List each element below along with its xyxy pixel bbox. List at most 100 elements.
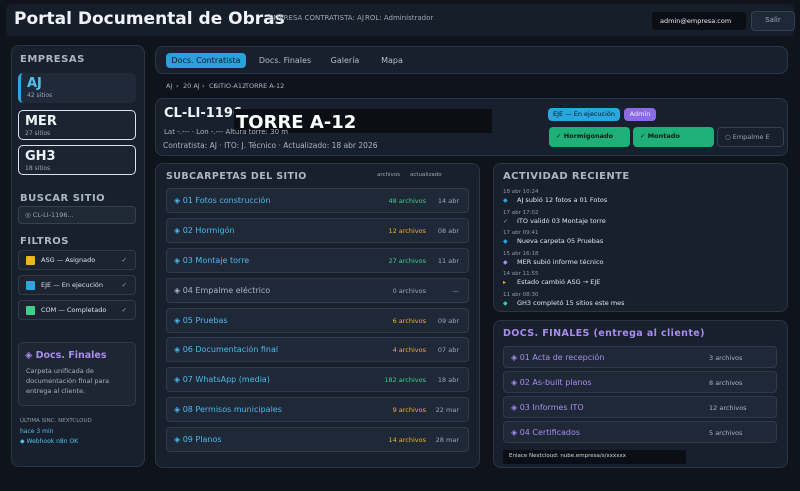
empresa-count: 18 sitios <box>25 165 51 172</box>
doc-folder-name: ◈ 03 Informes ITO <box>511 403 584 412</box>
activity-text: AJ subió 12 fotos a 01 Fotos <box>517 196 608 204</box>
activity-text: ITO validó 03 Montaje torre <box>517 217 606 225</box>
stage-montado[interactable]: ✓ Montado <box>633 127 714 147</box>
stage-empalme[interactable]: ○ Empalme E <box>717 127 784 147</box>
folder-date: 11 abr <box>437 257 459 265</box>
breadcrumb-sitio[interactable]: SITIO-A12 <box>214 82 246 90</box>
folder-count: 14 archivos <box>388 436 426 444</box>
activity-time: 17 abr 09:41 <box>503 230 539 236</box>
col-header-archivos: archivos <box>377 172 401 178</box>
status-color-swatch <box>26 306 35 315</box>
folder-row[interactable]: ◈ 04 Empalme eléctrico 0 archivos — <box>166 278 469 303</box>
folder-row[interactable]: ◈ 09 Planos 14 archivos 28 mar <box>166 427 469 452</box>
site-coordinates: Lat -.--- · Lon -.--- Altura torre: 30 m <box>164 128 289 136</box>
check-icon: ✓ <box>121 281 127 289</box>
empresa-item-mer[interactable]: MER 27 sitios <box>18 110 136 140</box>
check-icon: ✓ <box>503 218 509 225</box>
nextcloud-link[interactable]: Enlace Nextcloud: nube.empresa/s/xxxxxx <box>503 450 686 464</box>
folder-name: ◈ 09 Planos <box>174 435 222 444</box>
stage-hormigonado[interactable]: ✓ Hormigonado <box>549 127 630 147</box>
activity-time: 17 abr 17:02 <box>503 210 539 216</box>
filter-eje[interactable]: EJE — En ejecución ✓ <box>18 275 136 295</box>
tab-docs-contratista[interactable]: Docs. Contratista <box>166 53 246 68</box>
user-email: admin@empresa.com <box>652 12 746 30</box>
status-badge: EJE — En ejecución <box>548 108 620 121</box>
search-input[interactable]: ◎ CL-LI-1196... <box>18 206 136 224</box>
role-badge: Admin <box>624 108 656 121</box>
col-header-actualizado: actualizado <box>410 172 442 178</box>
docs-finales-card-desc: Carpeta unificada de documentación final… <box>26 367 110 395</box>
folder-row[interactable]: ◈ 05 Pruebas 6 archivos 09 abr <box>166 308 469 333</box>
site-contractor-info: Contratista: AJ · ITO: J. Técnico · Actu… <box>163 141 378 150</box>
doc-folder-count: 8 archivos <box>709 379 743 387</box>
folder-count: 48 archivos <box>388 197 426 205</box>
activity-text: MER subió informe técnico <box>517 258 604 266</box>
activity-item: ◆ MER subió informe técnico <box>503 258 604 266</box>
filter-asg[interactable]: ASG — Asignado ✓ <box>18 250 136 270</box>
activity-item: ◆ Nueva carpeta 05 Pruebas <box>503 237 603 245</box>
doc-folder-row[interactable]: ◈ 02 As-built planos 8 archivos <box>503 371 777 393</box>
folder-name: ◈ 02 Hormigón <box>174 226 235 235</box>
activity-text: Nueva carpeta 05 Pruebas <box>517 237 604 245</box>
breadcrumb-20aj[interactable]: 20 AJ <box>183 82 200 90</box>
folder-row[interactable]: ◈ 08 Permisos municipales 9 archivos 22 … <box>166 397 469 422</box>
arrow-right-icon: ▸ <box>503 279 507 286</box>
activity-item: ◆ AJ subió 12 fotos a 01 Fotos <box>503 196 607 204</box>
tab-mapa[interactable]: Mapa <box>372 53 412 68</box>
activity-time: 14 abr 11:55 <box>503 271 539 277</box>
folder-date: 09 abr <box>437 317 459 325</box>
folder-count: 27 archivos <box>388 257 426 265</box>
empresa-item-aj[interactable]: AJ 42 sitios <box>18 73 136 103</box>
empresa-count: 42 sitios <box>27 92 53 99</box>
filter-label: EJE — En ejecución <box>41 281 104 289</box>
doc-folder-row[interactable]: ◈ 03 Informes ITO 12 archivos <box>503 396 777 418</box>
folder-date: 28 mar <box>435 436 459 444</box>
tab-galeria[interactable]: Galería <box>322 53 368 68</box>
doc-folder-row[interactable]: ◈ 01 Acta de recepción 3 archivos <box>503 346 777 368</box>
breadcrumb-current: TORRE A-12 <box>245 82 285 90</box>
filter-com[interactable]: COM — Completado ✓ <box>18 300 136 320</box>
folder-count: 0 archivos <box>392 287 426 295</box>
breadcrumb-aj[interactable]: AJ <box>166 82 172 90</box>
docs-finales-panel <box>493 320 788 468</box>
folder-row[interactable]: ◈ 07 WhatsApp (media) 182 archivos 18 ab… <box>166 367 469 392</box>
folder-date: 08 abr <box>437 227 459 235</box>
status-color-swatch <box>26 281 35 290</box>
tab-bar <box>155 46 788 74</box>
folder-row[interactable]: ◈ 06 Documentación final 4 archivos 07 a… <box>166 337 469 362</box>
subcarpetas-title: SUBCARPETAS DEL SITIO <box>166 171 307 182</box>
actividad-title: ACTIVIDAD RECIENTE <box>503 171 630 182</box>
activity-item: ▸ Estado cambió ASG → EJE <box>503 278 600 286</box>
empresa-item-gh3[interactable]: GH3 18 sitios <box>18 145 136 175</box>
empresa-count: 27 sitios <box>25 130 51 137</box>
folder-row[interactable]: ◈ 03 Montaje torre 27 archivos 11 abr <box>166 248 469 273</box>
diamond-icon: ◆ <box>503 238 508 245</box>
folder-count: 9 archivos <box>392 406 426 414</box>
activity-time: 15 abr 16:18 <box>503 251 539 257</box>
diamond-icon: ◆ <box>503 259 508 266</box>
empresa-code: AJ <box>27 76 42 91</box>
breadcrumb-separator: › <box>202 82 205 90</box>
doc-folder-row[interactable]: ◈ 04 Certificados 5 archivos <box>503 421 777 443</box>
folder-name: ◈ 03 Montaje torre <box>174 256 250 265</box>
empresa-label: EMPRESA CONTRATISTA: AJ <box>269 14 364 22</box>
logout-button[interactable]: Salir <box>751 11 795 31</box>
app-title: Portal Documental de Obras <box>14 9 285 29</box>
folder-count: 4 archivos <box>392 346 426 354</box>
folder-row[interactable]: ◈ 01 Fotos construcción 48 archivos 14 a… <box>166 188 469 213</box>
folder-name: ◈ 05 Pruebas <box>174 316 228 325</box>
doc-folder-count: 5 archivos <box>709 429 743 437</box>
folder-date: 18 abr <box>437 376 459 384</box>
folder-row[interactable]: ◈ 02 Hormigón 12 archivos 08 abr <box>166 218 469 243</box>
site-code: CL-LI-1196 <box>164 106 242 121</box>
doc-folder-name: ◈ 04 Certificados <box>511 428 581 437</box>
check-icon: ✓ <box>121 306 127 314</box>
folder-count: 182 archivos <box>384 376 426 384</box>
tab-docs-finales[interactable]: Docs. Finales <box>252 53 318 68</box>
docs-finales-card[interactable]: ◈ Docs. Finales Carpeta unificada de doc… <box>18 342 136 406</box>
filtros-title: FILTROS <box>20 236 69 247</box>
doc-folder-name: ◈ 01 Acta de recepción <box>511 353 605 362</box>
diamond-icon: ◆ <box>503 197 508 204</box>
folder-name: ◈ 01 Fotos construcción <box>174 196 271 205</box>
folder-name: ◈ 07 WhatsApp (media) <box>174 375 270 384</box>
